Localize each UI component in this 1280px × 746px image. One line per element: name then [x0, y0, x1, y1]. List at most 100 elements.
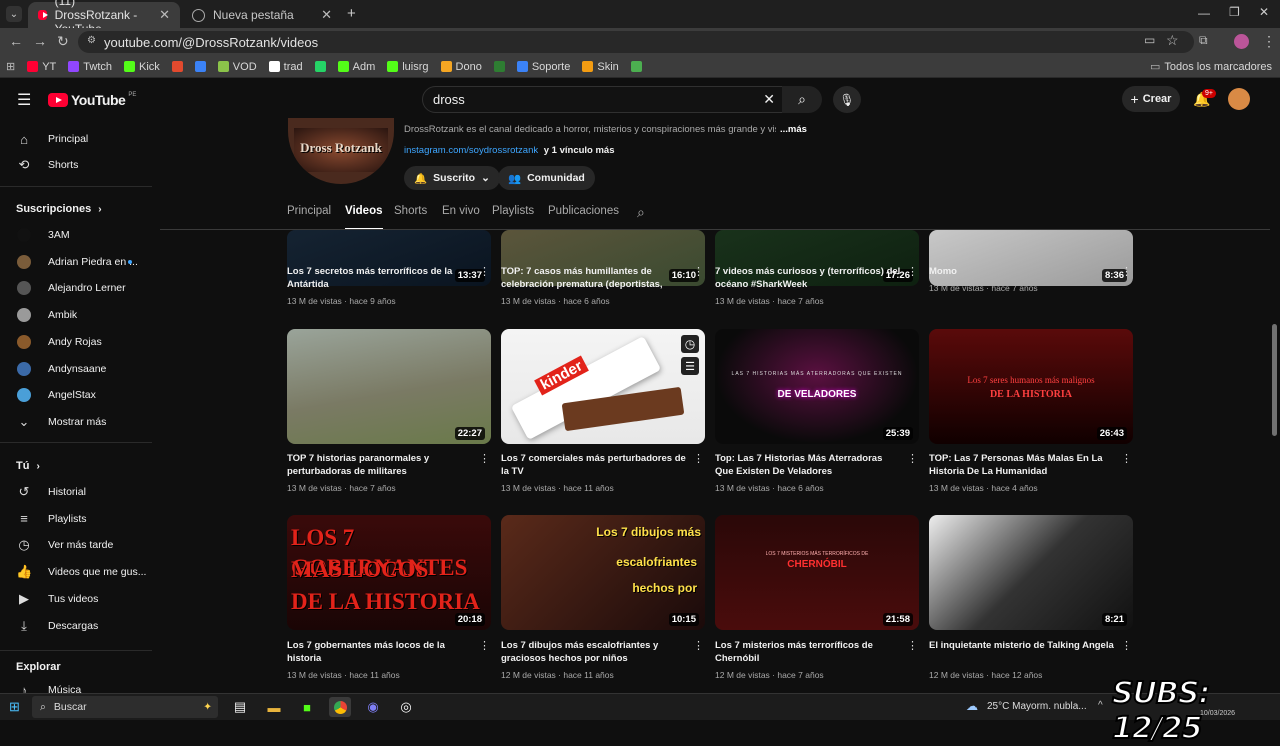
instagram-link[interactable]: instagram.com/soydrossrotzank	[404, 145, 538, 156]
close-window-icon[interactable]: ✕	[1259, 5, 1269, 19]
video-title[interactable]: Los 7 secretos más terroríficos de la An…	[287, 265, 473, 291]
bookmark-star-icon[interactable]: ☆	[1166, 32, 1179, 49]
show-more-button[interactable]: ⌄ Mostrar más	[0, 409, 156, 435]
watch-later-icon[interactable]: ◷	[681, 335, 699, 353]
back-icon[interactable]: ←	[9, 33, 23, 49]
bookmark-item[interactable]: VOD	[212, 56, 263, 78]
bookmark-item[interactable]: YT	[21, 56, 62, 78]
reload-icon[interactable]: ↻	[57, 33, 69, 50]
chrome-menu-icon[interactable]: ⋮	[1262, 33, 1276, 50]
video-menu-icon[interactable]: ⋮	[479, 267, 490, 278]
channel-tab[interactable]: En vivo	[442, 205, 480, 225]
sidebar-item-shorts[interactable]: ⟲ Shorts	[0, 152, 156, 178]
video-thumbnail[interactable]: 21:58 LOS 7 MISTERIOS MÁS TERRORÍFICOS DE…	[715, 515, 919, 630]
video-menu-icon[interactable]: ⋮	[479, 641, 490, 652]
video-thumbnail[interactable]: 20:18 LOS 7 GOBERNANTES MAS LOCOS DE LA HIS…	[287, 515, 491, 630]
video-thumbnail[interactable]: 26:43 Los 7 seres humanos más malignos DE …	[929, 329, 1133, 444]
bookmark-item[interactable]	[166, 56, 189, 78]
page-scrollbar[interactable]	[1272, 324, 1277, 436]
channel-tab[interactable]: Playlists	[492, 205, 534, 225]
extensions-icon[interactable]: ⧉	[1199, 33, 1208, 48]
forward-icon[interactable]: →	[33, 33, 47, 49]
tab-search-button[interactable]: ⌄	[6, 6, 22, 22]
video-thumbnail[interactable]: 8:21	[929, 515, 1133, 630]
bookmark-item[interactable]: Twtch	[62, 56, 118, 78]
video-title[interactable]: 7 videos más curiosos y (terroríficos) d…	[715, 265, 901, 291]
sidebar-subscription-item[interactable]: 3AM	[0, 222, 156, 248]
channel-tab[interactable]: Shorts	[394, 205, 427, 225]
bookmark-item[interactable]: Adm	[332, 56, 382, 78]
search-button[interactable]: ⌕	[782, 86, 822, 113]
bookmark-item[interactable]	[625, 56, 648, 78]
video-menu-icon[interactable]: ⋮	[1121, 641, 1132, 652]
sidebar-you-item[interactable]: ▶ Tus videos	[0, 586, 156, 612]
bookmark-item[interactable]	[488, 56, 511, 78]
bookmark-item[interactable]	[309, 56, 332, 78]
minimize-icon[interactable]: —	[1198, 6, 1210, 20]
discord-icon[interactable]: ◉	[362, 697, 384, 717]
sidebar-subscription-item[interactable]: Andynsaane	[0, 356, 156, 382]
bookmark-item[interactable]: luisrg	[381, 56, 434, 78]
search-input[interactable]: dross ✕	[422, 86, 788, 113]
channel-tab[interactable]: Principal	[287, 205, 331, 225]
video-menu-icon[interactable]: ⋮	[1121, 267, 1132, 278]
file-explorer-icon[interactable]: ▬	[263, 697, 285, 717]
sidebar-you-item[interactable]: ◷ Ver más tarde	[0, 532, 156, 558]
bookmark-item[interactable]: Kick	[118, 56, 166, 78]
video-menu-icon[interactable]: ⋮	[907, 641, 918, 652]
video-menu-icon[interactable]: ⋮	[693, 641, 704, 652]
obs-icon[interactable]: ◎	[395, 697, 417, 717]
voice-search-button[interactable]: 🎙	[833, 86, 861, 113]
video-menu-icon[interactable]: ⋮	[907, 454, 918, 465]
sidebar-subscription-item[interactable]: Ambik	[0, 302, 156, 328]
video-title[interactable]: TOP: Las 7 Personas Más Malas En La Hist…	[929, 452, 1115, 478]
video-menu-icon[interactable]: ⋮	[479, 454, 490, 465]
weather-text[interactable]: 25°C Mayorm. nubla...	[987, 701, 1087, 712]
bookmark-item[interactable]: Skin	[576, 56, 624, 78]
tab-youtube[interactable]: (11) DrossRotzank - YouTube ✕	[28, 0, 180, 36]
account-avatar[interactable]	[1228, 88, 1250, 110]
subscriptions-heading[interactable]: Suscripciones ›	[16, 203, 102, 215]
site-info-icon[interactable]: ⚙	[87, 35, 96, 46]
bookmark-item[interactable]: Soporte	[511, 56, 577, 78]
video-menu-icon[interactable]: ⋮	[1121, 454, 1132, 465]
sidebar-item-principal[interactable]: ⌂ Principal	[0, 126, 156, 152]
apps-icon[interactable]: ⊞	[0, 56, 21, 78]
sidebar-subscription-item[interactable]: AngelStax	[0, 382, 156, 408]
sidebar-subscription-item[interactable]: Alejandro Lerner	[0, 275, 156, 301]
video-menu-icon[interactable]: ⋮	[693, 454, 704, 465]
profile-avatar[interactable]	[1234, 34, 1249, 49]
chrome-taskbar-icon[interactable]	[329, 697, 351, 717]
minecraft-icon[interactable]: ■	[296, 697, 318, 717]
channel-tab[interactable]: Publicaciones	[548, 205, 619, 225]
video-title[interactable]: Momo	[929, 265, 1115, 278]
close-tab-icon[interactable]: ✕	[159, 7, 170, 23]
subscribed-button[interactable]: 🔔 Suscrito ⌄	[404, 166, 500, 190]
sidebar-you-item[interactable]: ≡ Playlists	[0, 506, 156, 532]
video-title[interactable]: Top: Las 7 Historias Más Aterradoras Que…	[715, 452, 901, 478]
video-menu-icon[interactable]: ⋮	[907, 267, 918, 278]
community-button[interactable]: 👥 Comunidad	[498, 166, 595, 190]
video-title[interactable]: TOP: 7 casos más humillantes de celebrac…	[501, 265, 687, 291]
task-view-icon[interactable]: ▤	[229, 697, 251, 717]
sidebar-subscription-item[interactable]: Adrian Piedra en ...	[0, 249, 156, 275]
more-links[interactable]: y 1 vínculo más	[544, 145, 615, 156]
video-title[interactable]: Los 7 comerciales más perturbadores de l…	[501, 452, 687, 478]
restore-icon[interactable]: ❐	[1229, 5, 1240, 19]
video-title[interactable]: El inquietante misterio de Talking Angel…	[929, 639, 1115, 665]
video-thumbnail[interactable]: 22:27	[287, 329, 491, 444]
create-button[interactable]: + Crear	[1122, 86, 1180, 112]
sidebar-subscription-item[interactable]: Andy Rojas	[0, 329, 156, 355]
video-title[interactable]: Los 7 gobernantes más locos de la histor…	[287, 639, 473, 665]
sidebar-you-item[interactable]: ↺ Historial	[0, 479, 156, 505]
sidebar-you-item[interactable]: ⤓ Descargas	[0, 613, 156, 639]
all-bookmarks-folder[interactable]: ▭ Todos los marcadores	[1144, 56, 1280, 78]
video-menu-icon[interactable]: ⋮	[693, 267, 704, 278]
channel-search-icon[interactable]: ⌕	[637, 204, 645, 221]
youtube-logo[interactable]: YouTube PE	[48, 92, 136, 108]
video-title[interactable]: Los 7 misterios más terroríficos de Cher…	[715, 639, 901, 665]
new-tab-icon[interactable]: +	[347, 5, 356, 22]
bookmark-item[interactable]: Dono	[435, 56, 488, 78]
hamburger-menu-icon[interactable]: ☰	[17, 90, 31, 110]
address-bar[interactable]: ⚙ youtube.com/@DrossRotzank/videos	[78, 31, 1194, 53]
